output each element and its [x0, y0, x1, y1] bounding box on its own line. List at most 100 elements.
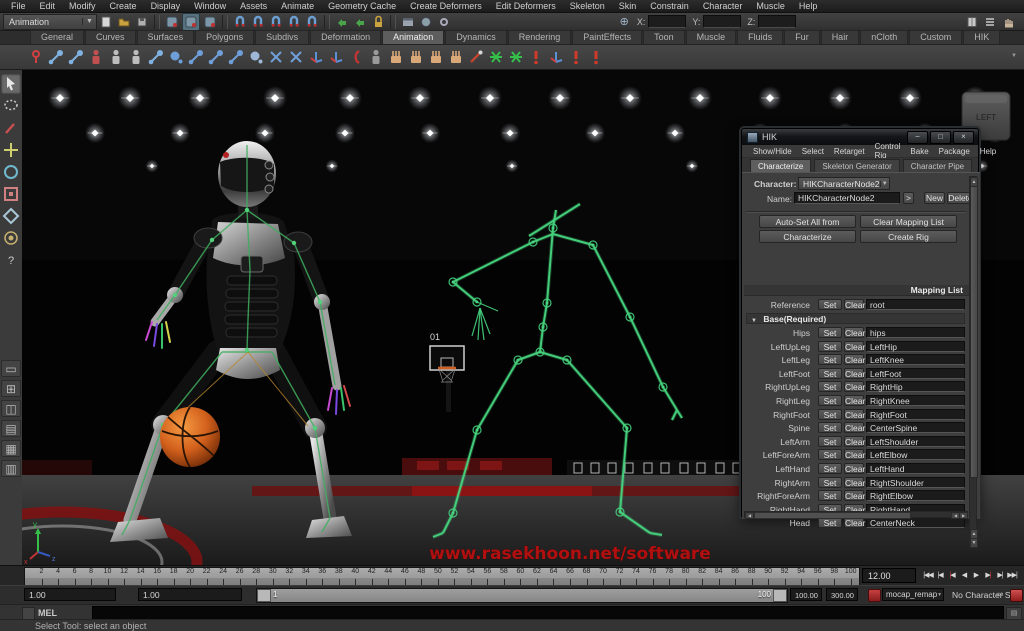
character-set-selector[interactable]: No Character Set [952, 590, 1018, 600]
go-to-start-button[interactable]: |◀◀ [922, 567, 934, 584]
scroll-right-icon[interactable]: ▶ [959, 512, 968, 519]
play-forward-button[interactable]: ▶ [970, 567, 982, 584]
basketball[interactable] [160, 406, 220, 468]
two-pane-horizontal-layout[interactable]: ▤ [1, 420, 21, 437]
character-icon[interactable] [127, 48, 145, 66]
hik-menu-package[interactable]: Package [934, 147, 975, 156]
menu-constrain[interactable]: Constrain [643, 0, 696, 13]
mapping-value-field[interactable]: CenterNeck [866, 517, 965, 529]
shelf-tab-deformation[interactable]: Deformation [310, 30, 382, 44]
select-tool[interactable] [1, 74, 21, 94]
character-key-icon[interactable] [868, 589, 881, 602]
menu-geometry-cache[interactable]: Geometry Cache [321, 0, 403, 13]
shelf-tab-custom[interactable]: Custom [909, 30, 963, 44]
hik-menu-bake[interactable]: Bake [905, 147, 933, 156]
shelf-tab-hik[interactable]: HIK [963, 30, 1001, 44]
constraint-point-icon[interactable] [287, 48, 305, 66]
paint-skin-weights-icon[interactable] [427, 48, 445, 66]
clear-button[interactable]: Clear [844, 517, 865, 529]
playback-end-field[interactable]: 100.00 [790, 588, 822, 601]
rotate-tool[interactable] [1, 162, 21, 182]
shelf-tab-painteffects[interactable]: PaintEffects [572, 30, 643, 44]
world-axis-icon[interactable] [327, 48, 345, 66]
save-scene-icon[interactable] [134, 14, 150, 30]
shelf-tab-general[interactable]: General [30, 30, 85, 44]
shelf-tab-toon[interactable]: Toon [643, 30, 685, 44]
mute-key-icon[interactable] [587, 48, 605, 66]
ipr-render-icon[interactable] [418, 14, 434, 30]
select-object-icon[interactable] [182, 12, 200, 31]
universal-manipulator-tool[interactable] [1, 206, 21, 226]
shelf-tab-fur[interactable]: Fur [784, 30, 820, 44]
shelf-tab-polygons[interactable]: Polygons [195, 30, 255, 44]
shelf-tab-fluids[interactable]: Fluids [737, 30, 784, 44]
command-line-input[interactable] [92, 606, 1004, 620]
select-hierarchy-icon[interactable] [164, 14, 180, 30]
step-forward-frame-button[interactable]: ▶| [994, 567, 1006, 584]
scrollbar-thumb[interactable] [754, 512, 911, 519]
hik-tab-skeleton-generator[interactable]: Skeleton Generator [814, 159, 900, 172]
play-backward-button[interactable]: ◀ [958, 567, 970, 584]
single-pane-layout[interactable]: ▭ [1, 360, 21, 377]
playback-start-field[interactable]: 1.00 [138, 588, 242, 601]
menu-edit[interactable]: Edit [33, 0, 63, 13]
x-input[interactable] [648, 15, 687, 28]
animation-start-field[interactable]: 1.00 [24, 588, 116, 601]
ik-handle-icon[interactable] [187, 48, 205, 66]
minimize-button[interactable]: − [907, 130, 928, 144]
render-settings-icon[interactable] [436, 14, 452, 30]
hik-tab-characterize[interactable]: Characterize [750, 159, 812, 172]
new-scene-icon[interactable] [98, 14, 114, 30]
blend-shape-icon[interactable] [487, 48, 505, 66]
menu-assets[interactable]: Assets [233, 0, 274, 13]
scrollbar-thumb[interactable] [970, 186, 978, 478]
copy-skin-weights-icon[interactable] [447, 48, 465, 66]
shelf-menu-icon[interactable]: ▼≡ [1008, 47, 1020, 77]
hik-menu-retarget[interactable]: Retarget [829, 147, 870, 156]
channel-box-icon[interactable] [1000, 14, 1016, 30]
last-tool[interactable] [1, 272, 21, 292]
snap-point-icon[interactable] [268, 14, 284, 30]
range-end-handle[interactable] [773, 589, 787, 602]
joint-ball-icon[interactable] [167, 48, 185, 66]
menu-display[interactable]: Display [144, 0, 188, 13]
snap-view-plane-icon[interactable] [286, 14, 302, 30]
make-live-icon[interactable] [304, 14, 320, 30]
ik-fk-key-icon[interactable] [547, 48, 565, 66]
snap-grid-icon[interactable] [232, 14, 248, 30]
ik-spline-handle-icon[interactable] [87, 48, 105, 66]
auto-keyframe-icon[interactable] [1010, 589, 1023, 602]
spring-ik-icon[interactable] [227, 48, 245, 66]
shelf-tab-animation[interactable]: Animation [382, 30, 445, 44]
menu-edit-deformers[interactable]: Edit Deformers [489, 0, 563, 13]
set-key-icon[interactable] [27, 48, 45, 66]
current-time-field[interactable]: 12.00 [862, 568, 916, 583]
make-live-lock-icon[interactable] [370, 14, 386, 30]
step-back-frame-button[interactable]: |◀ [934, 567, 946, 584]
paint-select-tool[interactable] [1, 118, 21, 138]
ik-rp-handle-icon[interactable] [207, 48, 225, 66]
shelf-tab-hair[interactable]: Hair [820, 30, 860, 44]
ik-handle-tool-icon[interactable] [67, 48, 85, 66]
z-input[interactable] [758, 15, 797, 28]
shelf-tab-subdivs[interactable]: Subdivs [255, 30, 310, 44]
animation-end-field[interactable]: 300.00 [826, 588, 858, 601]
arc-tool-icon[interactable] [347, 48, 365, 66]
construction-history-on-icon[interactable] [334, 14, 350, 30]
hik-menu-show-hide[interactable]: Show/Hide [748, 147, 797, 156]
vertical-scrollbar[interactable]: ▲ ▲ ▼ [969, 176, 978, 548]
link-icon[interactable]: ∞ [997, 589, 1003, 599]
range-slider-track[interactable]: 1 100 [256, 588, 788, 603]
range-start-handle[interactable] [257, 589, 271, 602]
shelf-tab-dynamics[interactable]: Dynamics [445, 30, 507, 44]
character-pair-icon[interactable] [107, 48, 125, 66]
menu-muscle[interactable]: Muscle [749, 0, 792, 13]
hik-menu-select[interactable]: Select [797, 147, 829, 156]
snap-curve-icon[interactable] [250, 14, 266, 30]
four-pane-layout[interactable]: ⊞ [1, 380, 21, 397]
hik-titlebar[interactable]: HIK − □ × [742, 129, 978, 146]
scroll-down-icon[interactable]: ▼ [970, 538, 978, 548]
menu-set-selector[interactable]: Animation ▼ [3, 13, 97, 30]
menu-modify[interactable]: Modify [62, 0, 103, 13]
smooth-bind-icon[interactable] [387, 48, 405, 66]
